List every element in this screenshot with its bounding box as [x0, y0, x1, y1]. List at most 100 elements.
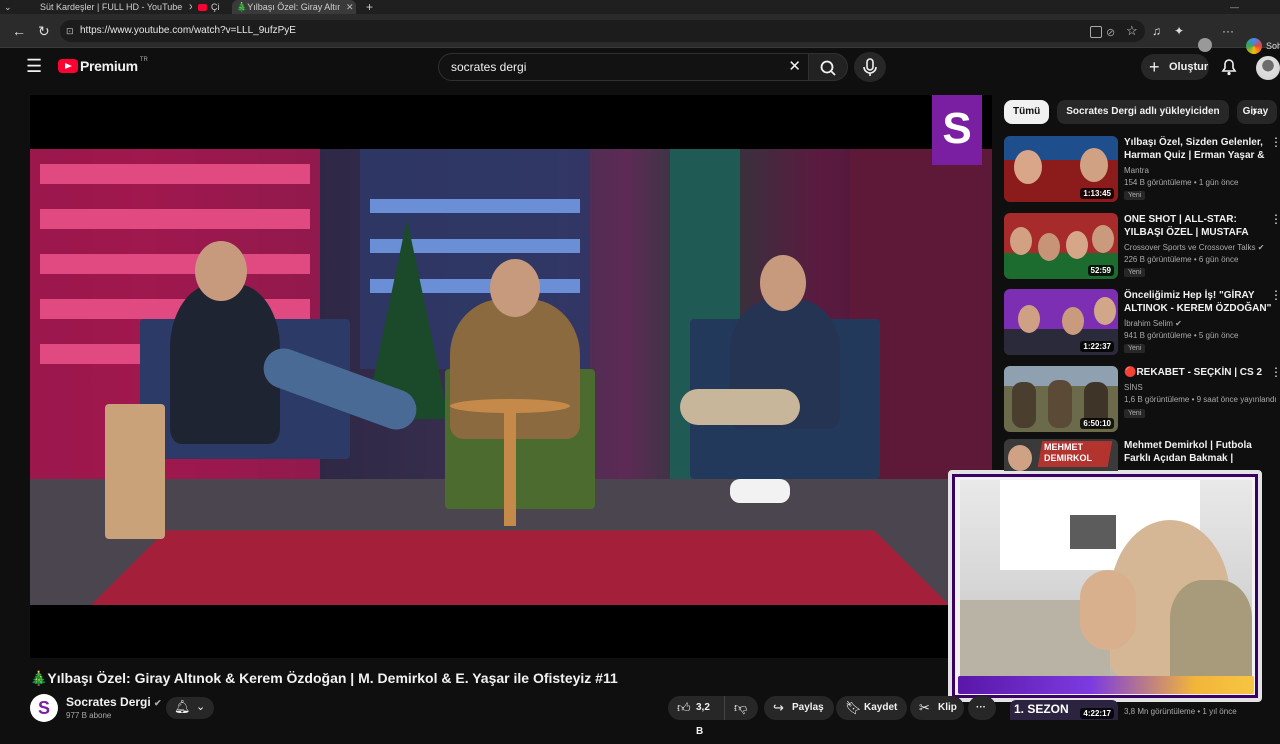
channel-name[interactable]: Socrates Dergi ✔: [66, 695, 162, 709]
thumbnail-face: [1008, 445, 1032, 471]
close-tab-icon[interactable]: ✕: [346, 1, 354, 13]
guest-left-head: [195, 241, 247, 301]
channel-name[interactable]: Mantra: [1124, 166, 1149, 175]
menu-dots-icon[interactable]: ···: [1222, 23, 1234, 39]
side-table: [105, 404, 165, 539]
chip-all[interactable]: Tümü: [1004, 100, 1050, 124]
install-app-icon[interactable]: [1090, 26, 1102, 38]
guest-right-legs: [680, 389, 800, 425]
extensions-icon[interactable]: ♫: [1152, 23, 1161, 39]
channel-avatar[interactable]: S: [30, 694, 58, 722]
create-label: Oluştur: [1169, 61, 1209, 73]
video-meta: 1,6 B görüntüleme • 9 saat önce yayınlan…: [1124, 395, 1277, 404]
verified-check-icon: ✔: [1257, 243, 1265, 252]
guest-right-head: [760, 255, 806, 311]
recommended-video-6[interactable]: 1. SEZON 4:22:17 3,8 Mn görüntüleme • 1 …: [1004, 700, 1280, 720]
clip-label: Klip: [938, 702, 957, 713]
video-frame: [30, 149, 992, 605]
clip-button[interactable]: ✂ Klip: [910, 696, 964, 720]
collections-icon[interactable]: ✦: [1174, 23, 1184, 39]
webcam-overlay: [948, 470, 1262, 702]
verified-check-icon: ✔: [1175, 319, 1182, 328]
duration-badge: 1:13:45: [1080, 188, 1114, 199]
share-button[interactable]: ↪ Paylaş: [764, 696, 834, 720]
recommended-video-5[interactable]: MEHMET DEMIRKOL Mehmet Demirkol | Futbol…: [1004, 439, 1280, 471]
video-title[interactable]: Yılbaşı Özel, Sizden Gelenler, Harman Qu…: [1124, 136, 1274, 162]
thumbnail-face: [1014, 150, 1042, 184]
thumbnail-face: [1080, 148, 1108, 182]
notifications-bell-icon[interactable]: [1220, 57, 1238, 77]
more-actions-icon[interactable]: ⋮: [1270, 289, 1280, 301]
thumbnail-text: MEHMET DEMIRKOL: [1044, 442, 1092, 463]
video-title[interactable]: ONE SHOT | ALL-STAR: YILBAŞI ÖZEL | MUST…: [1124, 213, 1274, 239]
recommended-video-1[interactable]: 1:13:45 Yılbaşı Özel, Sizden Gelenler, H…: [1004, 136, 1280, 206]
video-thumbnail[interactable]: 6:50:10: [1004, 366, 1118, 432]
streamer-hand: [1080, 570, 1136, 650]
more-actions-icon[interactable]: ⋮: [1270, 136, 1280, 148]
channel-name[interactable]: SİNS: [1124, 383, 1143, 392]
thumbs-up-icon: 👍︎: [677, 700, 691, 715]
chevron-right-icon[interactable]: ›: [1252, 103, 1257, 121]
recommended-video-2[interactable]: 52:59 ONE SHOT | ALL-STAR: YILBAŞI ÖZEL …: [1004, 213, 1280, 283]
thumbnail-soldier: [1012, 382, 1036, 428]
video-thumbnail[interactable]: 1:13:45: [1004, 136, 1118, 202]
subscription-bell-button[interactable]: 🔔︎ ⌄: [166, 697, 214, 719]
more-actions-icon[interactable]: ⋮: [1270, 366, 1280, 378]
save-button[interactable]: 🔖︎ Kaydet: [836, 696, 908, 720]
favorite-star-icon[interactable]: ☆: [1126, 23, 1138, 39]
new-tab-button[interactable]: +: [366, 0, 380, 14]
video-thumbnail[interactable]: 1:22:37: [1004, 289, 1118, 355]
video-title[interactable]: Mehmet Demirkol | Futbola Farklı Açıdan …: [1124, 439, 1274, 465]
thumbnail-face: [1094, 297, 1116, 325]
more-actions-button[interactable]: ···: [968, 696, 996, 720]
more-actions-icon[interactable]: ⋮: [1270, 213, 1280, 225]
url-bar[interactable]: ⊡ https://www.youtube.com/watch?v=LLL_9u…: [60, 20, 1145, 42]
browser-tab-1[interactable]: Süt Kardeşler | FULL HD - YouTube ✕: [36, 0, 192, 14]
browser-tab-2[interactable]: Çi: [198, 0, 232, 14]
voice-search-button[interactable]: [854, 52, 886, 82]
channel-name[interactable]: Crossover Sports ve Crossover Talks ✔: [1124, 243, 1264, 252]
video-thumbnail[interactable]: MEHMET DEMIRKOL: [1004, 439, 1118, 471]
new-badge: Yeni: [1124, 191, 1146, 200]
thumbnail-face: [1062, 307, 1084, 335]
youtube-logo[interactable]: Premium TR: [58, 57, 148, 74]
browser-tab-3[interactable]: 🎄Yılbaşı Özel: Giray Altınok ✕: [232, 0, 356, 14]
reload-icon[interactable]: ↻: [38, 23, 50, 39]
thumbnail-face: [1066, 231, 1088, 259]
video-thumbnail[interactable]: 1. SEZON 4:22:17: [1010, 700, 1118, 720]
chip-uploader[interactable]: Socrates Dergi adlı yükleyiciden: [1057, 100, 1229, 124]
channel-name[interactable]: İbrahim Selim ✔: [1124, 319, 1182, 328]
video-thumbnail[interactable]: 52:59: [1004, 213, 1118, 279]
bookmark-icon: 🔖︎: [845, 700, 862, 715]
account-avatar[interactable]: [1256, 56, 1280, 80]
dislike-button[interactable]: 👎︎: [724, 696, 758, 720]
search-button[interactable]: [808, 53, 848, 81]
tab-label: Süt Kardeşler | FULL HD - YouTube: [40, 2, 183, 12]
recommended-video-4[interactable]: 6:50:10 🔴REKABET - SEÇKİN | CS 2 SİNS 1,…: [1004, 366, 1280, 436]
channel-watermark[interactable]: S: [932, 95, 982, 165]
create-button[interactable]: + Oluştur: [1141, 54, 1209, 80]
chevron-down-icon: ⌄: [196, 701, 206, 713]
tab-list-chevron-icon[interactable]: ⌄: [4, 0, 26, 14]
like-button[interactable]: 👍︎ 3,2 B: [668, 696, 724, 737]
search-input[interactable]: socrates dergi ✕: [438, 53, 818, 81]
browser-tab-bar: ⌄ Süt Kardeşler | FULL HD - YouTube ✕ Çi…: [0, 0, 1280, 14]
hamburger-menu-icon[interactable]: ☰: [26, 56, 42, 77]
clear-search-icon[interactable]: ✕: [788, 54, 801, 80]
minimize-icon[interactable]: —: [1230, 0, 1242, 14]
url-text: https://www.youtube.com/watch?v=LLL_9ufz…: [80, 25, 296, 36]
thumbnail-face: [1092, 225, 1114, 253]
recommended-video-3[interactable]: 1:22:37 Önceliğimiz Hep İş! "GİRAY ALTIN…: [1004, 289, 1280, 359]
site-info-icon[interactable]: ⊡: [66, 20, 74, 42]
window: [1070, 515, 1116, 549]
back-arrow-icon[interactable]: ←: [12, 23, 26, 39]
shelf-row: [40, 254, 310, 274]
video-title[interactable]: 🔴REKABET - SEÇKİN | CS 2: [1124, 366, 1274, 379]
logo-country: TR: [139, 57, 148, 63]
webcam-video: [960, 480, 1252, 676]
tracking-prevention-icon[interactable]: ⊘: [1106, 25, 1115, 41]
video-title[interactable]: Önceliğimiz Hep İş! "GİRAY ALTINOK - KER…: [1124, 289, 1274, 315]
video-player[interactable]: S: [30, 95, 992, 658]
microphone-icon: [863, 58, 877, 76]
close-tab-icon[interactable]: ✕: [188, 1, 192, 13]
